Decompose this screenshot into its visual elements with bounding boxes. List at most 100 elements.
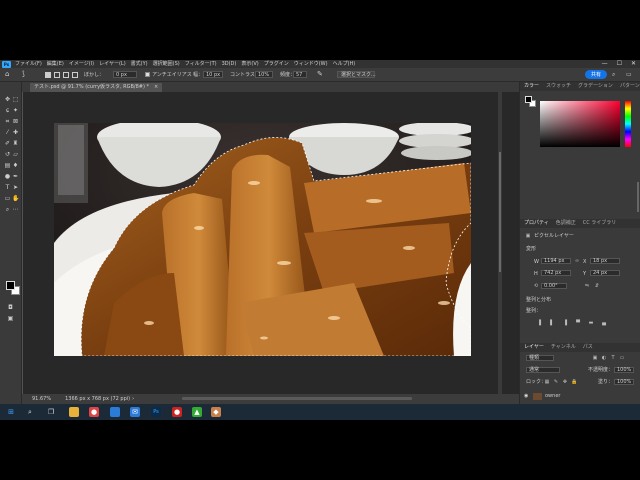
canvas-area[interactable] xyxy=(23,92,519,394)
antialias-checkbox[interactable] xyxy=(145,72,150,77)
filter-type-icon[interactable]: T xyxy=(610,355,616,361)
quick-mask-icon[interactable]: ◘ xyxy=(7,304,14,311)
vertical-scroll-thumb[interactable] xyxy=(499,152,501,272)
lasso-tool-icon[interactable]: ɕ xyxy=(4,107,11,114)
filter-shape-icon[interactable]: ▭ xyxy=(619,355,625,361)
crop-tool-icon[interactable]: ⌗ xyxy=(4,118,11,125)
tab-adjustments[interactable]: 色調補正 xyxy=(556,221,576,226)
menu-help[interactable]: ヘルプ(H) xyxy=(333,61,356,67)
panel-scrollbar[interactable] xyxy=(637,182,639,212)
tab-close-icon[interactable]: × xyxy=(154,85,158,90)
link-icon[interactable]: ∞ xyxy=(574,258,580,264)
healing-tool-icon[interactable]: ✚ xyxy=(12,129,19,136)
color-picker-field[interactable] xyxy=(540,101,620,147)
pen-tool-icon[interactable]: ✒ xyxy=(12,173,19,180)
tab-libraries[interactable]: CC ライブラリ xyxy=(583,221,617,226)
menu-plugins[interactable]: プラグイン xyxy=(264,61,289,67)
chrome-icon[interactable]: ● xyxy=(89,407,99,417)
color-panel-foreground-swatch[interactable] xyxy=(525,96,532,103)
magnetic-lasso-icon[interactable]: ⟆ xyxy=(22,71,25,78)
canvas-vertical-scrollbar[interactable] xyxy=(498,92,502,394)
document-canvas-image[interactable] xyxy=(54,123,471,356)
align-top-icon[interactable]: ▀ xyxy=(575,320,581,326)
quick-select-tool-icon[interactable]: ✦ xyxy=(12,107,19,114)
align-center-icon[interactable]: ▌ xyxy=(549,320,555,326)
canvas-horizontal-scrollbar[interactable] xyxy=(182,397,412,400)
search-taskbar-icon[interactable]: ⌕ xyxy=(25,407,35,417)
subtract-selection-icon[interactable] xyxy=(63,72,69,78)
tab-layers[interactable]: レイヤー xyxy=(524,345,544,350)
red-app-icon[interactable]: ● xyxy=(172,407,182,417)
home-icon[interactable]: ⌂ xyxy=(5,71,9,78)
filter-adjust-icon[interactable]: ◐ xyxy=(601,355,607,361)
file-explorer-icon[interactable] xyxy=(69,407,79,417)
align-bottom-icon[interactable]: ▄ xyxy=(601,320,607,326)
filter-pixel-icon[interactable]: ▣ xyxy=(592,355,598,361)
width-input[interactable]: 10 px xyxy=(203,71,223,78)
history-brush-tool-icon[interactable]: ↺ xyxy=(4,151,11,158)
artboard-tool-icon[interactable]: ⬚ xyxy=(12,96,19,103)
path-select-tool-icon[interactable]: ➤ xyxy=(12,184,19,191)
hand-tool-icon[interactable]: ✋ xyxy=(12,195,19,202)
frame-tool-icon[interactable]: ⊠ xyxy=(12,118,19,125)
mail-icon[interactable]: ✉ xyxy=(130,407,140,417)
brush-tool-icon[interactable]: ✐ xyxy=(4,140,11,147)
hue-slider[interactable] xyxy=(625,101,631,147)
tab-channels[interactable]: チャンネル xyxy=(551,345,576,350)
flip-vertical-icon[interactable]: ⇵ xyxy=(594,283,600,289)
menu-edit[interactable]: 編集(E) xyxy=(47,61,64,67)
menu-type[interactable]: 書式(Y) xyxy=(131,61,148,67)
move-tool-icon[interactable]: ✥ xyxy=(4,96,11,103)
share-button[interactable]: 共有 xyxy=(585,70,607,79)
dodge-tool-icon[interactable]: ● xyxy=(4,173,11,180)
contrast-input[interactable]: 10% xyxy=(255,71,273,78)
pen-pressure-icon[interactable]: ✎ xyxy=(317,71,323,78)
store-icon[interactable] xyxy=(110,407,120,417)
close-icon[interactable]: ✕ xyxy=(631,61,636,67)
select-and-mask-button[interactable]: 選択とマスク... xyxy=(337,71,376,78)
gradient-tool-icon[interactable]: ▤ xyxy=(4,162,11,169)
search-icon[interactable]: ⌕ xyxy=(612,71,615,78)
shape-tool-icon[interactable]: ▭ xyxy=(4,195,11,202)
y-input[interactable]: 24 px xyxy=(590,270,620,276)
foreground-color-swatch[interactable] xyxy=(6,281,15,290)
menu-view[interactable]: 表示(V) xyxy=(241,61,258,67)
photoshop-taskbar-icon[interactable]: Ps xyxy=(151,407,161,417)
status-arrow-icon[interactable]: › xyxy=(132,396,134,402)
tab-swatches[interactable]: スウォッチ xyxy=(546,84,571,89)
tab-gradients[interactable]: グラデーション xyxy=(578,84,613,89)
document-tab[interactable]: テスト.psd @ 91.7% (curry仮ラスタ, RGB/8#) * × xyxy=(30,83,163,92)
flip-horizontal-icon[interactable]: ⇋ xyxy=(584,283,590,289)
active-app-icon[interactable]: ◆ xyxy=(211,407,221,417)
task-view-icon[interactable]: ❐ xyxy=(46,407,56,417)
new-selection-icon[interactable] xyxy=(45,72,51,78)
screen-mode-icon[interactable]: ▣ xyxy=(7,315,14,322)
menu-image[interactable]: イメージ(I) xyxy=(69,61,94,67)
h-input[interactable]: 742 px xyxy=(541,270,571,276)
layer-filter-select[interactable]: 種類 xyxy=(526,355,554,361)
feather-input[interactable]: 0 px xyxy=(113,71,137,78)
start-icon[interactable]: ⊞ xyxy=(6,407,16,417)
green-app-icon[interactable]: ▲ xyxy=(192,407,202,417)
eyedropper-tool-icon[interactable]: ⁄ xyxy=(4,129,11,136)
x-input[interactable]: 18 px xyxy=(590,258,620,264)
angle-input[interactable]: 0.00° xyxy=(541,283,567,289)
menu-layer[interactable]: レイヤー(L) xyxy=(99,61,126,67)
blur-tool-icon[interactable]: ♦ xyxy=(12,162,19,169)
frequency-input[interactable]: 57 xyxy=(293,71,307,78)
type-tool-icon[interactable]: T xyxy=(4,184,11,191)
tab-color[interactable]: カラー xyxy=(524,84,539,89)
more-tools-icon[interactable]: ⋯ xyxy=(12,206,19,213)
align-left-icon[interactable]: ▐ xyxy=(536,320,542,326)
tab-patterns[interactable]: パターン xyxy=(620,84,640,89)
menu-3d[interactable]: 3D(D) xyxy=(222,61,237,67)
workspace-icon[interactable]: ▭ xyxy=(626,71,632,78)
eraser-tool-icon[interactable]: ▱ xyxy=(12,151,19,158)
tab-properties[interactable]: プロパティ xyxy=(524,221,549,226)
menu-file[interactable]: ファイル(F) xyxy=(15,61,42,67)
tab-paths[interactable]: パス xyxy=(583,345,593,350)
stamp-tool-icon[interactable]: ♜ xyxy=(12,140,19,147)
align-right-icon[interactable]: ▐ xyxy=(562,320,568,326)
menu-window[interactable]: ウィンドウ(W) xyxy=(294,61,328,67)
menu-filter[interactable]: フィルター(T) xyxy=(185,61,217,67)
